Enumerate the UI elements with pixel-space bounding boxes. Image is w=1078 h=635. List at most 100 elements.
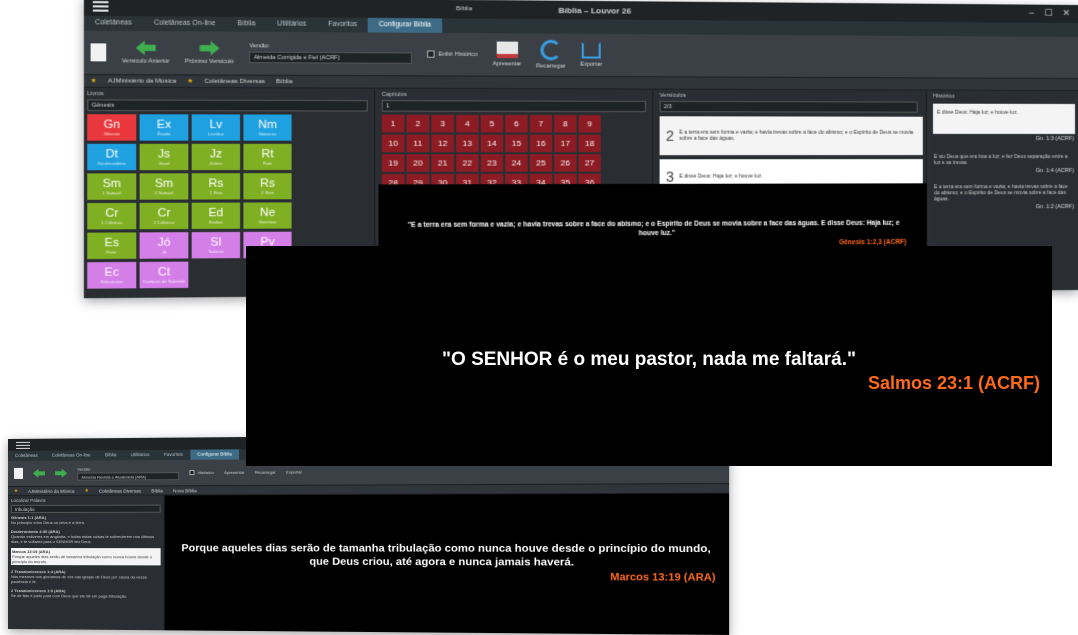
chapter-button[interactable]: 27 [578, 154, 601, 172]
chapter-button[interactable]: 20 [406, 154, 430, 172]
chapter-button[interactable]: 8 [554, 115, 577, 133]
history-item[interactable]: E viu Deus que era boa a luz; e fez Deus… [930, 142, 1078, 166]
chapter-button[interactable]: 18 [578, 134, 601, 153]
tab-coletaneas-online[interactable]: Coletâneas On-line [143, 16, 227, 31]
book-tile[interactable]: Sm 1 Samuel [87, 173, 137, 200]
chapter-button[interactable]: 25 [529, 154, 553, 172]
maximize-icon[interactable]: ☐ [1044, 8, 1052, 19]
book-tile[interactable]: Sl Salmos [191, 231, 241, 259]
history-checkbox[interactable]: Exibir Histórico [427, 50, 478, 58]
chapter-button[interactable]: 5 [480, 114, 504, 133]
result-item[interactable]: Marcos 13:19 (ARA) Porque aqueles dias se… [10, 548, 161, 566]
collection-item-4[interactable]: Nova Bíblia [173, 488, 197, 493]
book-tile[interactable]: Jó Jó [139, 232, 189, 259]
chapter-button[interactable]: 6 [505, 114, 528, 133]
chapter-button[interactable]: 24 [505, 154, 528, 172]
refresh-button[interactable]: Recarregar [536, 39, 565, 70]
chapter-button[interactable]: 23 [480, 154, 504, 172]
new-text-button[interactable] [90, 43, 107, 62]
book-tile[interactable]: Js Josué [139, 143, 189, 171]
book-tile[interactable]: Rt Rute [243, 143, 292, 171]
collection-item-2[interactable]: Coletâneas Diversas [204, 78, 265, 85]
close-icon[interactable]: ✕ [1062, 8, 1070, 19]
chapter-button[interactable]: 22 [456, 154, 479, 172]
chapter-button[interactable]: 13 [456, 134, 479, 153]
collection-item-1[interactable]: AJMinistério da Música [108, 78, 177, 85]
book-tile[interactable]: Ne Neemias [243, 202, 292, 229]
book-tile[interactable]: Jz Juízes [191, 143, 241, 171]
export-button[interactable]: Exportar [580, 42, 602, 68]
export-button[interactable]: Exportar [286, 469, 302, 474]
tab-utilitarios[interactable]: Utilitários [123, 450, 156, 460]
tab-favoritos[interactable]: Favoritos [317, 17, 368, 32]
document-icon[interactable] [13, 467, 23, 479]
arrow-left-icon[interactable] [33, 469, 45, 478]
chapter-button[interactable]: 21 [431, 154, 454, 172]
result-item[interactable]: Deuteronômio 4:30 (ARA) Quando estiveres … [11, 529, 161, 544]
history-item[interactable]: E disse Deus: Haja luz; e houve luz. [932, 103, 1076, 134]
result-item[interactable]: Gênesis 1:1 (ARA) No princípio criou Deus… [11, 515, 161, 525]
book-tile[interactable]: Cr 1 Crônicas [87, 202, 137, 230]
chapter-button[interactable]: 16 [529, 134, 553, 153]
chapter-button[interactable]: 10 [381, 134, 405, 153]
chapter-button[interactable]: 26 [554, 154, 577, 172]
version-select[interactable]: Almeida Corrigida e Fiel (ACRF) [249, 51, 413, 64]
chapter-button[interactable]: 14 [480, 134, 504, 153]
book-tile[interactable]: Lv Levítico [191, 114, 241, 141]
chapter-button[interactable]: 12 [431, 134, 454, 153]
chapter-button[interactable]: 17 [554, 134, 577, 153]
next-verse-button[interactable]: Próximo Versículo [185, 41, 234, 65]
history-item[interactable]: E a terra era sem forma e vazia; e havia… [930, 176, 1078, 202]
collection-item-1[interactable]: AJMinistério da Música [28, 488, 75, 493]
book-tile[interactable]: Sm 2 Samuel [139, 173, 189, 200]
present-button[interactable]: Apresentar [224, 470, 244, 475]
present-button[interactable]: Apresentar [493, 41, 521, 67]
tab-biblia[interactable]: Bíblia [226, 17, 266, 32]
result-item[interactable]: 2 Tessalonicenses 1:6 (ARA) Se de fato é … [11, 588, 161, 599]
arrow-right-icon[interactable] [55, 469, 67, 478]
book-tile[interactable]: Es Ester [87, 232, 137, 260]
results-filter[interactable]: tribulação [10, 504, 161, 513]
minimize-icon[interactable]: – [1029, 8, 1034, 19]
chapter-button[interactable]: 11 [406, 134, 430, 153]
book-tile[interactable]: Dt Deuteronômio [87, 143, 137, 171]
books-header: Livros [87, 90, 104, 98]
chapter-button[interactable]: 15 [505, 134, 528, 153]
result-item[interactable]: 2 Tessalonicenses 1:4 (ARA) Nós mesmos no… [11, 569, 161, 585]
tab-coletaneas-online[interactable]: Coletâneas On-line [45, 450, 98, 460]
tab-favoritos[interactable]: Favoritos [157, 450, 190, 460]
book-tile[interactable]: Cr 2 Crônicas [139, 202, 189, 230]
book-tile[interactable]: Rs 2 Reis [243, 173, 292, 200]
collection-item-3[interactable]: Bíblia [276, 78, 292, 84]
collection-item-2[interactable]: Coletâneas Diversas [99, 488, 141, 493]
book-tile[interactable]: Ct Cantares de Salomão [139, 261, 189, 289]
chapter-button[interactable]: 9 [578, 115, 601, 133]
tab-coletaneas[interactable]: Coletâneas [84, 16, 143, 31]
tab-utilitarios[interactable]: Utilitários [266, 17, 317, 32]
chapter-button[interactable]: 19 [381, 154, 405, 172]
book-tile[interactable]: Ed Esdras [191, 202, 241, 229]
collection-item-3[interactable]: Bíblia [151, 488, 163, 493]
tab-configurar-biblia[interactable]: Configurar Bíblia [368, 17, 442, 33]
tab-coletaneas[interactable]: Coletâneas [8, 451, 45, 461]
history-checkbox[interactable]: Histórico [189, 470, 214, 476]
chapter-button[interactable]: 2 [406, 114, 430, 133]
book-tile[interactable]: Ec Eclesiastes [87, 261, 137, 289]
book-tile[interactable]: Nm Números [243, 114, 292, 141]
tab-configurar-biblia[interactable]: Configurar Bíblia [190, 449, 240, 460]
version-select[interactable]: Almeida Revista e Atualizada (ARA) [77, 471, 180, 481]
previous-verse-button[interactable]: Versículo Anterior [122, 40, 170, 65]
books-filter[interactable]: Gênesis [87, 99, 368, 112]
book-tile[interactable]: Rs 1 Reis [191, 173, 241, 200]
verses-filter[interactable]: 2/3 [659, 100, 918, 113]
chapter-button[interactable]: 3 [431, 114, 454, 133]
book-tile[interactable]: Gn Gênesis [87, 114, 137, 141]
chapters-filter[interactable]: 1 [381, 100, 646, 113]
chapter-button[interactable]: 7 [529, 114, 553, 133]
chapter-button[interactable]: 1 [381, 114, 405, 133]
refresh-button[interactable]: Recarregar [255, 470, 276, 475]
book-tile[interactable]: Ex Êxodo [139, 114, 189, 141]
chapter-button[interactable]: 4 [456, 114, 479, 133]
tab-biblia[interactable]: Bíblia [98, 450, 124, 460]
verse-item[interactable]: 2 E a terra era sem forma e vazia; e hav… [659, 116, 923, 156]
